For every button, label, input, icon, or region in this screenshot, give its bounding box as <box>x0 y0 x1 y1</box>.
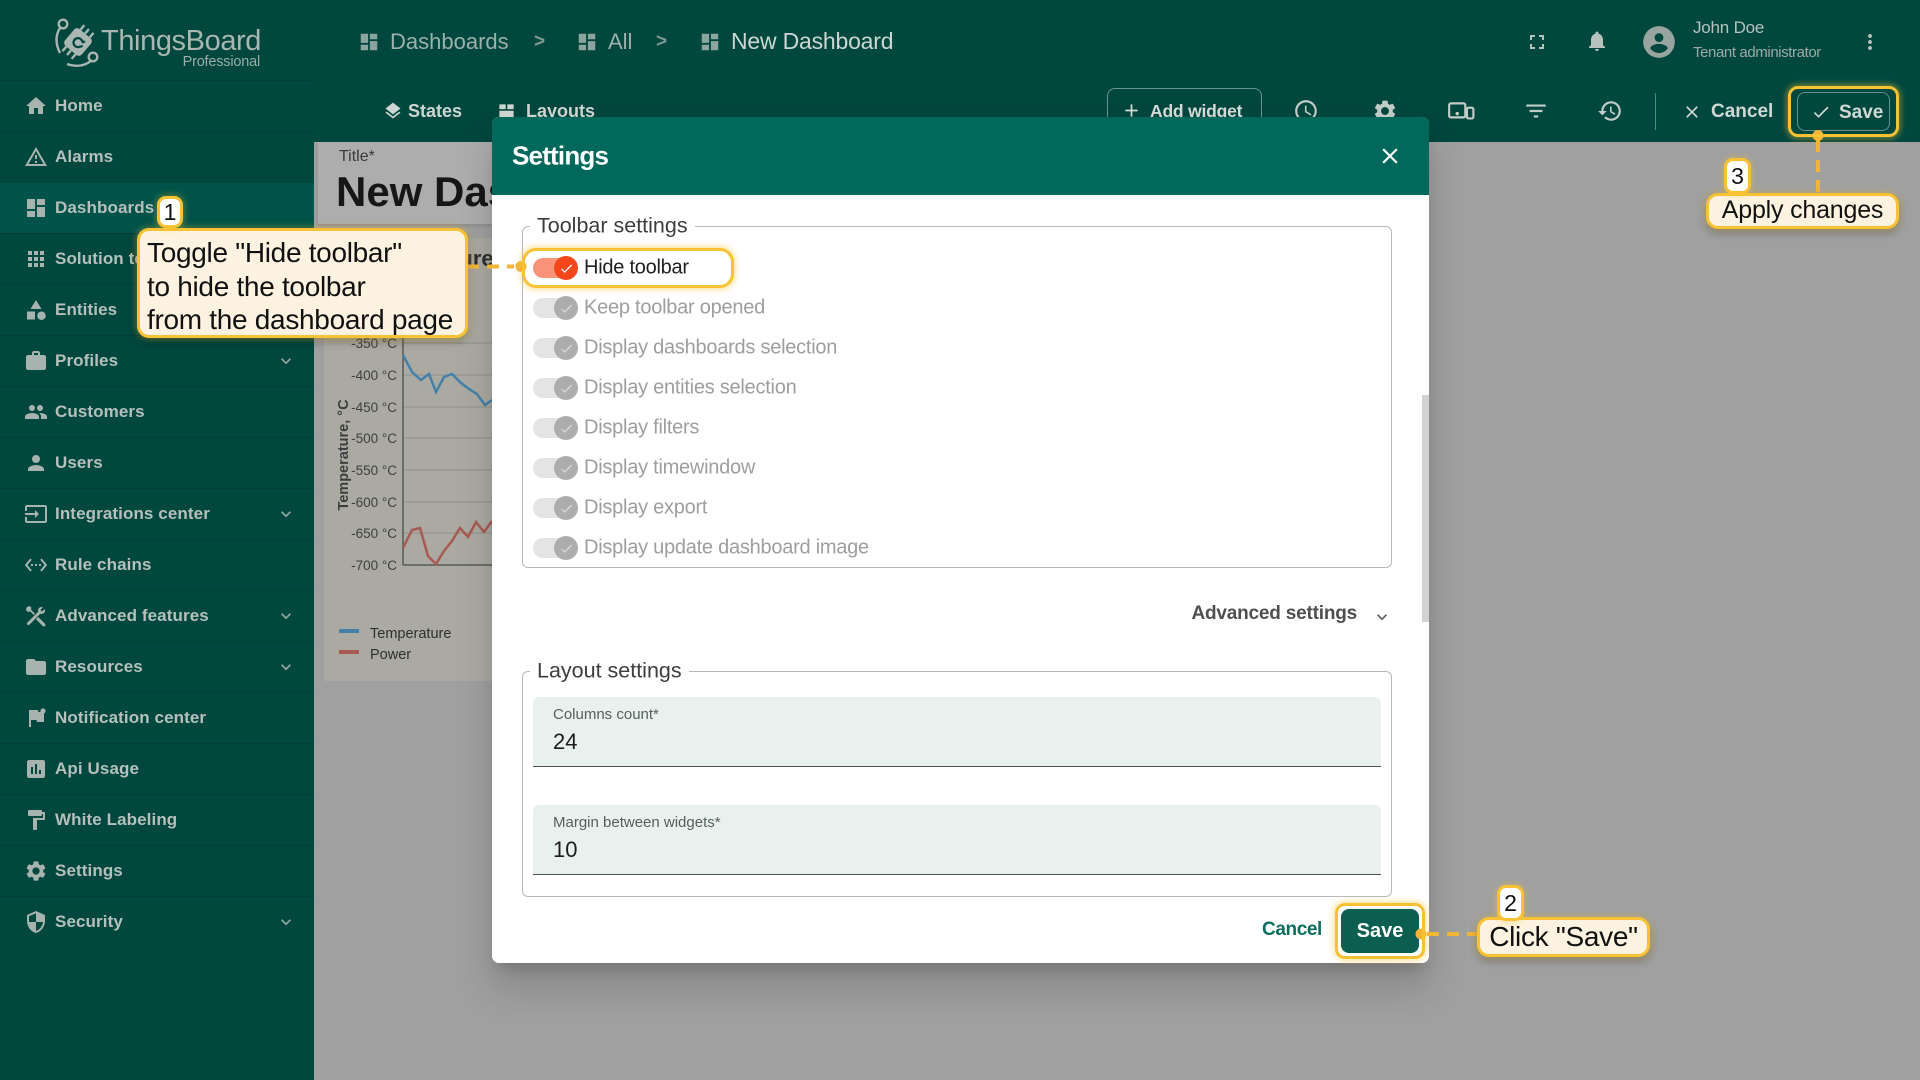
svg-text:-350 °C: -350 °C <box>351 336 397 351</box>
svg-text:Power: Power <box>370 647 411 663</box>
svg-text:-550 °C: -550 °C <box>351 463 397 478</box>
svg-text:-450 °C: -450 °C <box>351 400 397 415</box>
svg-text:-500 °C: -500 °C <box>351 431 397 446</box>
svg-text:Temperature, °C: Temperature, °C <box>336 399 352 511</box>
svg-text:Temperature: Temperature <box>370 626 451 642</box>
svg-text:-600 °C: -600 °C <box>351 495 397 510</box>
svg-text:-700 °C: -700 °C <box>351 558 397 573</box>
svg-text:-400 °C: -400 °C <box>351 368 397 383</box>
svg-text:-650 °C: -650 °C <box>351 526 397 541</box>
